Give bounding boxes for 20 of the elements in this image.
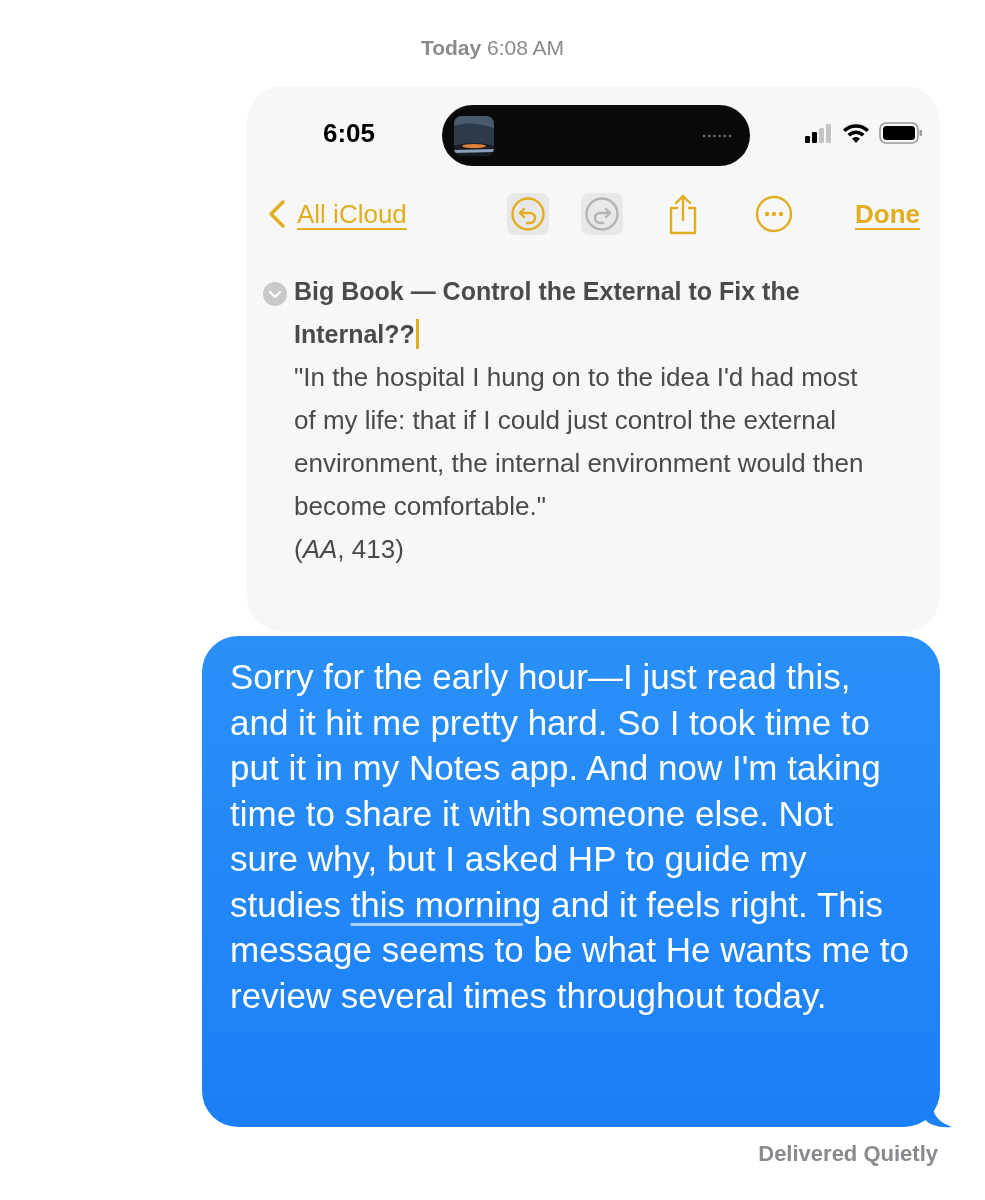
message-link[interactable]: this morning [350, 884, 542, 924]
status-time: 6:05 [323, 118, 376, 149]
more-icon[interactable] [754, 195, 793, 233]
battery-icon [879, 122, 923, 144]
note-citation: (AA, 413) [294, 533, 405, 566]
message-text: Sorry for the early hour—I just read this, and it hit me pretty hard. So I took time to put it in my Notes app. And now I'm taking time to share it with someone else. Not sure why, but I asked HP to guide my studies this morning and it feels right. This message seems to be what He wants me to review several times throughout today. [230, 656, 910, 1017]
wifi-icon [841, 122, 871, 144]
back-link[interactable]: All iCloud [267, 198, 407, 230]
note-title: Big Book — Control the External to Fix the Internal?? [294, 276, 801, 351]
done-link[interactable]: Done [855, 198, 920, 230]
note-body: "In the hospital I hung on to the idea I'd had most of my life: that if I could just control the external environment, the internal environment would then become comfortable." [294, 361, 865, 523]
undo-button[interactable] [506, 193, 549, 235]
collapse-icon[interactable] [263, 282, 287, 306]
chevron-left-icon [267, 199, 287, 229]
text-cursor [415, 319, 419, 349]
dots-icon [702, 133, 732, 138]
signal-icon [805, 123, 833, 143]
screenshot-card[interactable] [247, 86, 940, 632]
timestamp: Today 6:08 AM [420, 36, 565, 60]
delivery-status: Delivered Quietly [758, 1141, 938, 1167]
